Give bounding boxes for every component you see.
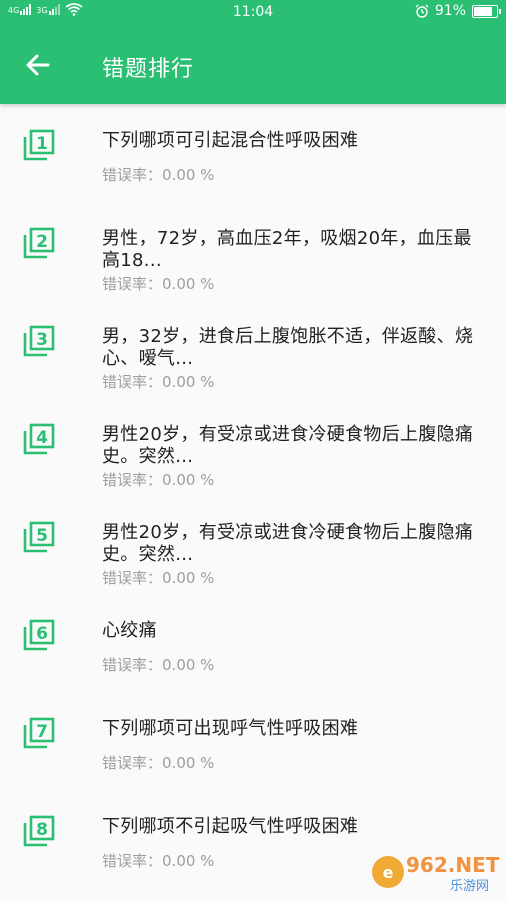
question-text: 男性20岁，有受凉或进食冷硬食物后上腹隐痛史。突然... bbox=[102, 522, 474, 565]
svg-text:1: 1 bbox=[36, 134, 48, 154]
error-rate-label: 错误率： bbox=[102, 471, 163, 489]
list-item[interactable]: 7 下列哪项可出现呼气性呼吸困难 错误率：0.00 % bbox=[0, 692, 506, 790]
error-rate-value: 0.00 % bbox=[162, 166, 215, 184]
svg-text:7: 7 bbox=[36, 722, 48, 742]
rank-3-icon: 3 bbox=[23, 325, 55, 357]
svg-text:e: e bbox=[383, 863, 394, 882]
rank-4-icon: 4 bbox=[23, 423, 55, 455]
status-bar: 4G 3G 11:04 91% bbox=[0, 0, 506, 25]
error-rate: 错误率：0.00 % bbox=[102, 752, 214, 773]
error-rate: 错误率：0.00 % bbox=[102, 273, 214, 294]
error-rate-value: 0.00 % bbox=[162, 373, 215, 391]
watermark-logo: e 962.NET 乐游网 bbox=[372, 853, 500, 894]
error-rate: 错误率：0.00 % bbox=[102, 164, 214, 185]
svg-text:4: 4 bbox=[36, 428, 48, 448]
error-rate-value: 0.00 % bbox=[162, 471, 215, 489]
svg-text:6: 6 bbox=[36, 624, 48, 644]
error-rate: 错误率：0.00 % bbox=[102, 654, 214, 675]
question-text: 男性，72岁，高血压2年，吸烟20年，血压最高18... bbox=[102, 228, 472, 271]
list-item[interactable]: 1 下列哪项可引起混合性呼吸困难 错误率：0.00 % bbox=[0, 104, 506, 202]
battery-percent: 91% bbox=[434, 3, 466, 19]
error-rate-label: 错误率： bbox=[102, 754, 163, 772]
list-item[interactable]: 3 男，32岁，进食后上腹饱胀不适，伴返酸、烧心、嗳气... 错误率：0.00 % bbox=[0, 300, 506, 398]
battery-icon bbox=[472, 4, 501, 18]
rank-1-icon: 1 bbox=[23, 129, 55, 161]
list-item[interactable]: 2 男性，72岁，高血压2年，吸烟20年，血压最高18... 错误率：0.00 % bbox=[0, 202, 506, 300]
alarm-icon bbox=[415, 4, 429, 18]
error-rate-label: 错误率： bbox=[102, 569, 163, 587]
question-text: 男性20岁，有受凉或进食冷硬食物后上腹隐痛史。突然... bbox=[102, 424, 474, 467]
error-rate-label: 错误率： bbox=[102, 852, 163, 870]
svg-text:3: 3 bbox=[36, 330, 48, 350]
question-text: 下列哪项可出现呼气性呼吸困难 bbox=[102, 718, 359, 739]
svg-text:2: 2 bbox=[36, 232, 48, 252]
rank-2-icon: 2 bbox=[23, 227, 55, 259]
error-rate-value: 0.00 % bbox=[162, 754, 215, 772]
error-rate-value: 0.00 % bbox=[162, 569, 215, 587]
question-text: 下列哪项可引起混合性呼吸困难 bbox=[102, 130, 359, 151]
rank-7-icon: 7 bbox=[23, 717, 55, 749]
page-title: 错题排行 bbox=[102, 57, 195, 82]
question-text: 心绞痛 bbox=[102, 620, 157, 641]
error-rate-value: 0.00 % bbox=[162, 275, 215, 293]
watermark-brand: 962.NET bbox=[406, 853, 500, 877]
error-rate: 错误率：0.00 % bbox=[102, 469, 214, 490]
error-rate-value: 0.00 % bbox=[162, 852, 215, 870]
wrong-question-ranking-list: 1 下列哪项可引起混合性呼吸困难 错误率：0.00 % 2 男性，72岁，高血压2年，吸… bbox=[0, 104, 506, 888]
rank-5-icon: 5 bbox=[23, 521, 55, 553]
rank-8-icon: 8 bbox=[23, 815, 55, 847]
list-item[interactable]: 6 心绞痛错误率：0.00 % bbox=[0, 594, 506, 692]
app-bar: 错题排行 bbox=[0, 25, 506, 104]
svg-text:8: 8 bbox=[36, 820, 48, 840]
status-right: 91% bbox=[415, 3, 501, 19]
error-rate: 错误率：0.00 % bbox=[102, 567, 214, 588]
error-rate-label: 错误率： bbox=[102, 373, 163, 391]
list-item[interactable]: 5 男性20岁，有受凉或进食冷硬食物后上腹隐痛史。突然... 错误率：0.00 % bbox=[0, 496, 506, 594]
back-arrow-icon[interactable] bbox=[22, 49, 54, 81]
rank-6-icon: 6 bbox=[23, 619, 55, 651]
error-rate-label: 错误率： bbox=[102, 166, 163, 184]
list-item[interactable]: 4 男性20岁，有受凉或进食冷硬食物后上腹隐痛史。突然... 错误率：0.00 % bbox=[0, 398, 506, 496]
error-rate-label: 错误率： bbox=[102, 275, 163, 293]
watermark-sub: 乐游网 bbox=[450, 879, 489, 894]
error-rate: 错误率：0.00 % bbox=[102, 371, 214, 392]
question-text: 下列哪项不引起吸气性呼吸困难 bbox=[102, 816, 359, 837]
error-rate-label: 错误率： bbox=[102, 656, 163, 674]
question-text: 男，32岁，进食后上腹饱胀不适，伴返酸、烧心、嗳气... bbox=[102, 326, 474, 369]
error-rate-value: 0.00 % bbox=[162, 656, 215, 674]
error-rate: 错误率：0.00 % bbox=[102, 850, 214, 871]
svg-text:5: 5 bbox=[36, 526, 48, 546]
